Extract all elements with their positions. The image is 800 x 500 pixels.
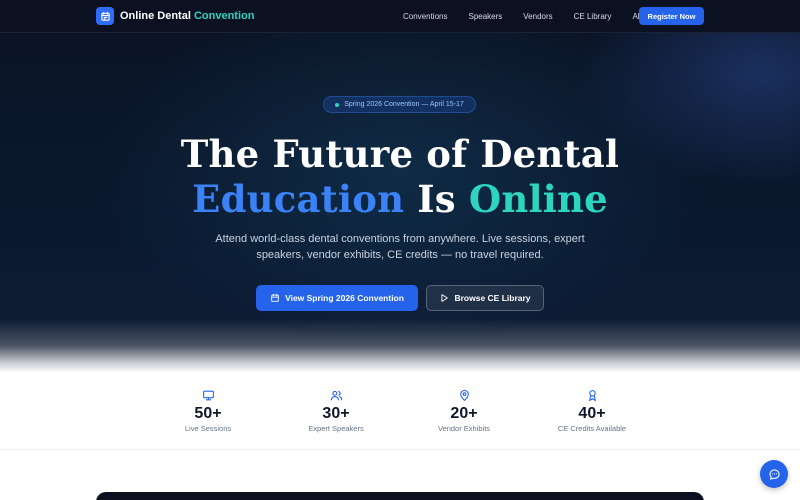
hero-title-line1: The Future of Dental [180,132,620,176]
nav-links: Conventions Speakers Vendors CE Library … [403,0,674,33]
browse-ce-library-label: Browse CE Library [454,293,531,303]
stats-section: 50+ Live Sessions 30+ Expert Speakers 20… [0,373,800,450]
nav-link-conventions[interactable]: Conventions [403,12,447,21]
nav-link-ce-library[interactable]: CE Library [574,12,612,21]
stat-value: 40+ [578,405,606,422]
brand-accent: Convention [193,10,255,22]
badge-dot-icon [335,102,340,107]
register-now-button[interactable]: Register Now [639,7,704,25]
top-navbar: Online Dental Convention Conventions Spe… [0,0,800,33]
hero-title-line2: Education Is Online [0,177,800,221]
view-convention-button[interactable]: View Spring 2026 Convention [256,285,418,311]
next-section-card [96,492,704,500]
stat-live-sessions: 50+ Live Sessions [148,389,268,433]
hero-section: Spring 2026 Convention — April 15-17 The… [0,33,800,373]
calendar-icon [270,293,280,303]
users-icon [276,389,396,403]
stat-expert-speakers: 30+ Expert Speakers [276,389,396,433]
view-convention-label: View Spring 2026 Convention [285,293,404,303]
calendar-icon [96,7,114,25]
nav-link-vendors[interactable]: Vendors [523,12,552,21]
hero-title-word-is: Is [417,177,456,221]
play-icon [439,293,449,303]
stat-value: 20+ [450,405,478,422]
map-pin-icon [404,389,524,403]
monitor-icon [148,389,268,403]
nav-link-speakers[interactable]: Speakers [468,12,502,21]
chat-icon [768,468,781,481]
award-icon [532,389,652,403]
stat-value: 50+ [194,405,222,422]
browse-ce-library-button[interactable]: Browse CE Library [426,285,544,311]
brand-logo-link[interactable]: Online Dental Convention [96,7,254,25]
stat-value: 30+ [322,405,350,422]
hero-title-word-online: Online [468,177,608,221]
chat-button[interactable] [760,460,788,488]
hero-subtitle: Attend world-class dental conventions fr… [215,233,585,261]
convention-badge: Spring 2026 Convention — April 15-17 [323,96,476,113]
stat-label: Vendor Exhibits [437,424,491,433]
stat-label: Expert Speakers [308,424,364,433]
badge-text: Spring 2026 Convention — April 15-17 [344,101,464,108]
brand-name: Online Dental Convention [120,10,255,22]
stat-ce-credits: 40+ CE Credits Available [532,389,652,433]
stat-vendor-exhibits: 20+ Vendor Exhibits [404,389,524,433]
stat-label: CE Credits Available [557,424,627,433]
hero-title-word-education: Education [192,177,405,221]
stat-label: Live Sessions [184,424,232,433]
